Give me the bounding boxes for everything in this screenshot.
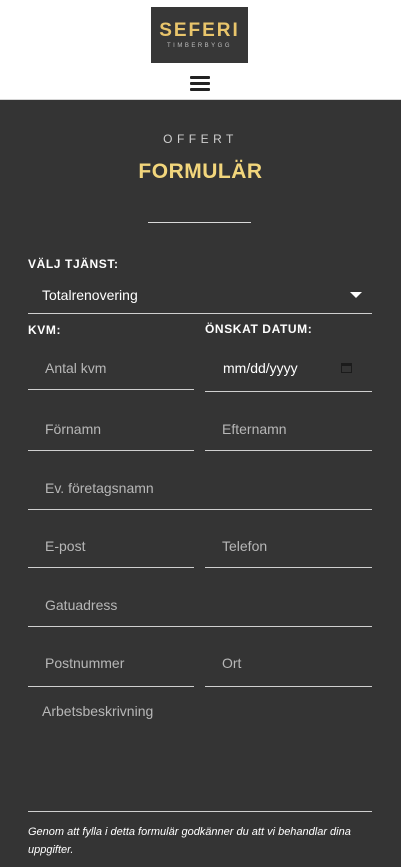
date-input[interactable]: mm/dd/yyyy — [205, 349, 372, 392]
section-title: FORMULÄR — [138, 160, 263, 183]
email-placeholder: E-post — [45, 538, 86, 554]
service-label: VÄLJ TJÄNST: — [28, 257, 119, 271]
kvm-input[interactable]: Antal kvm — [28, 349, 194, 390]
company-input[interactable]: Ev. företagsnamn — [28, 469, 372, 510]
description-placeholder: Arbetsbeskrivning — [42, 703, 154, 719]
address-placeholder: Gatuadress — [45, 597, 118, 613]
kvm-label: KVM: — [28, 323, 62, 337]
date-input-value: mm/dd/yyyy — [223, 360, 298, 376]
logo-wordmark: SEFERI — [159, 19, 240, 41]
postcode-input[interactable]: Postnummer — [28, 644, 194, 687]
company-placeholder: Ev. företagsnamn — [45, 480, 154, 496]
kvm-placeholder: Antal kvm — [45, 360, 107, 376]
date-label: ÖNSKAT DATUM: — [205, 322, 313, 336]
calendar-icon[interactable] — [341, 363, 352, 373]
section-eyebrow: OFFERT — [163, 132, 238, 146]
site-header: SEFERI TIMBERBYGG — [0, 0, 401, 100]
first-name-placeholder: Förnamn — [45, 421, 102, 437]
service-select-value: Totalrenovering — [42, 287, 138, 303]
first-name-input[interactable]: Förnamn — [28, 410, 194, 451]
brand-logo[interactable]: SEFERI TIMBERBYGG — [151, 7, 248, 63]
hamburger-menu-icon[interactable] — [190, 76, 210, 92]
phone-input[interactable]: Telefon — [205, 527, 372, 568]
chevron-down-icon — [350, 292, 362, 298]
logo-tagline: TIMBERBYGG — [166, 42, 232, 49]
description-textarea[interactable]: Arbetsbeskrivning — [28, 697, 372, 812]
city-placeholder: Ort — [222, 655, 242, 671]
consent-text: Genom att fylla i detta formulär godkänn… — [28, 826, 351, 856]
phone-placeholder: Telefon — [222, 538, 268, 554]
city-input[interactable]: Ort — [205, 644, 372, 687]
service-select[interactable]: Totalrenovering — [28, 279, 372, 314]
email-input[interactable]: E-post — [28, 527, 194, 568]
last-name-placeholder: Efternamn — [222, 421, 287, 437]
last-name-input[interactable]: Efternamn — [205, 410, 372, 451]
title-divider — [148, 222, 251, 223]
postcode-placeholder: Postnummer — [45, 655, 125, 671]
address-input[interactable]: Gatuadress — [28, 586, 372, 627]
